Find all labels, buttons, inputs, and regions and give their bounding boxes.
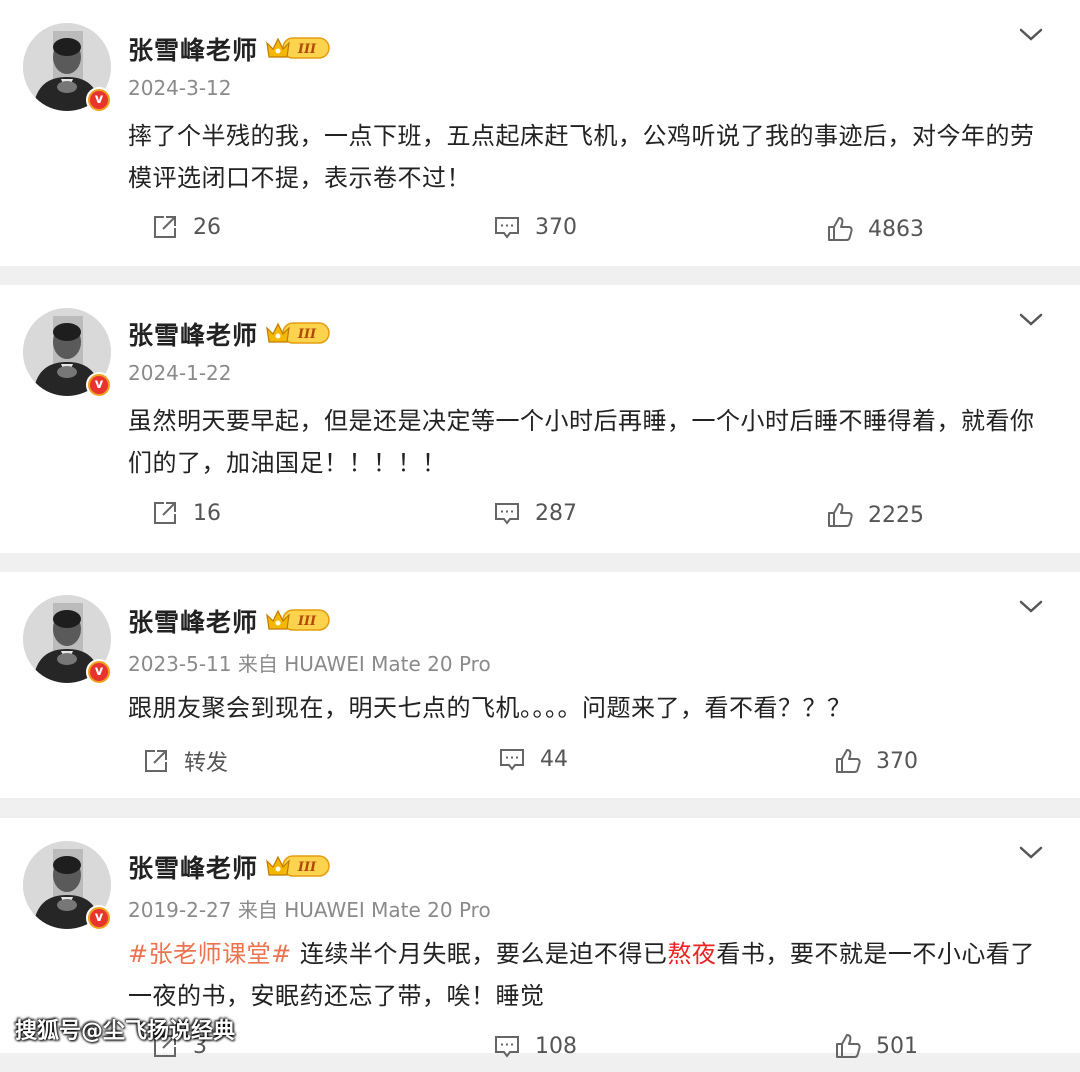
repost-button[interactable]: 16 xyxy=(151,499,221,527)
post-content: 摔了个半残的我，一点下班，五点起床赶飞机，公鸡听说了我的事迹后，对今年的劳模评选… xyxy=(128,122,1035,192)
svg-text:III: III xyxy=(297,42,317,57)
repost-button[interactable]: 转发 xyxy=(142,745,228,777)
post-card: v 张雪峰老师 III 2024-3-12 摔了个半残的我，一点下班，五点起床赶… xyxy=(0,0,1080,266)
crown-badge-icon: III xyxy=(266,322,330,344)
share-icon xyxy=(154,216,176,238)
author-name[interactable]: 张雪峰老师 xyxy=(128,849,258,885)
comment-button[interactable]: 287 xyxy=(493,499,577,527)
thumbs-up-icon xyxy=(836,749,861,773)
action-bar: 26 370 4863 xyxy=(0,213,1080,253)
post-meta: 2024-3-12 xyxy=(128,76,232,100)
svg-text:III: III xyxy=(297,860,317,875)
share-icon xyxy=(154,502,176,524)
verified-badge-icon: v xyxy=(86,372,112,398)
watermark-text: 搜狐号@尘飞扬说经典 xyxy=(15,1019,236,1044)
highlighted-keyword: 熬夜 xyxy=(667,940,717,968)
crown-badge-icon: III xyxy=(266,37,330,59)
comment-icon xyxy=(495,217,519,239)
comment-button[interactable]: 44 xyxy=(498,745,568,773)
verified-badge-icon: v xyxy=(86,659,112,685)
author-name[interactable]: 张雪峰老师 xyxy=(128,603,258,639)
post-meta: 2019-2-27 来自 HUAWEI Mate 20 Pro xyxy=(128,898,491,922)
chevron-down-icon[interactable] xyxy=(1018,598,1044,616)
like-button[interactable]: 4863 xyxy=(826,215,924,243)
comment-button[interactable]: 108 xyxy=(493,1032,577,1060)
chevron-down-icon[interactable] xyxy=(1018,26,1044,44)
svg-text:III: III xyxy=(297,614,317,629)
post-content: #张老师课堂# 连续半个月失眠，要么是迫不得已熬夜看书，要不就是一不小心看了一夜… xyxy=(128,940,1035,1010)
post-content: 跟朋友聚会到现在，明天七点的飞机。。。。问题来了，看不看？？？ xyxy=(128,694,852,722)
like-button[interactable]: 370 xyxy=(834,747,918,775)
like-button[interactable]: 501 xyxy=(834,1032,918,1060)
post-meta: 2024-1-22 xyxy=(128,361,232,385)
like-button[interactable]: 2225 xyxy=(826,501,924,529)
svg-text:III: III xyxy=(297,327,317,342)
verified-badge-icon: v xyxy=(86,905,112,931)
post-card: v 张雪峰老师 III 2024-1-22 虽然明天要早起，但是还是决定等一个小… xyxy=(0,285,1080,553)
comment-icon xyxy=(495,1036,519,1058)
thumbs-up-icon xyxy=(836,1034,861,1058)
verified-badge-icon: v xyxy=(86,87,112,113)
post-card: v 张雪峰老师 III 2023-5-11 来自 HUAWEI Mate 20 … xyxy=(0,572,1080,798)
crown-badge-icon: III xyxy=(266,609,330,631)
comment-icon xyxy=(495,503,519,525)
thumbs-up-icon xyxy=(828,503,853,527)
author-name[interactable]: 张雪峰老师 xyxy=(128,316,258,352)
action-bar: 16 287 2225 xyxy=(0,499,1080,539)
chevron-down-icon[interactable] xyxy=(1018,844,1044,862)
comment-button[interactable]: 370 xyxy=(493,213,577,241)
repost-button[interactable]: 26 xyxy=(151,213,221,241)
chevron-down-icon[interactable] xyxy=(1018,311,1044,329)
share-icon xyxy=(145,750,167,772)
post-content: 虽然明天要早起，但是还是决定等一个小时后再睡，一个小时后睡不睡得着，就看你们的了… xyxy=(128,407,1035,477)
hashtag-link[interactable]: #张老师课堂# xyxy=(128,940,292,968)
author-name[interactable]: 张雪峰老师 xyxy=(128,31,258,67)
comment-icon xyxy=(500,749,524,771)
post-meta: 2023-5-11 来自 HUAWEI Mate 20 Pro xyxy=(128,652,491,676)
thumbs-up-icon xyxy=(828,217,853,241)
action-bar: 转发 44 370 xyxy=(0,745,1080,785)
crown-badge-icon: III xyxy=(266,855,330,877)
